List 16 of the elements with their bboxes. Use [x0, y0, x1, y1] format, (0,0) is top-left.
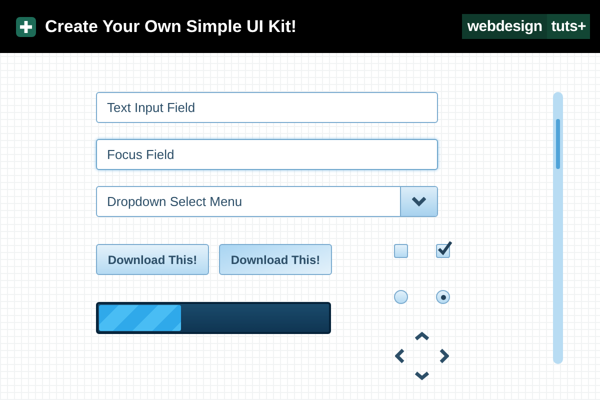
checkbox[interactable]: [394, 244, 408, 258]
checkbox[interactable]: [436, 244, 450, 258]
chevron-down-icon: [412, 196, 426, 206]
download-button[interactable]: Download This!: [96, 244, 209, 275]
radio-button[interactable]: [394, 290, 408, 304]
scroll-thumb[interactable]: [556, 119, 560, 169]
radio-button[interactable]: [436, 290, 450, 304]
page-title: Create Your Own Simple UI Kit!: [45, 16, 297, 36]
logo-text: webdesign: [466, 17, 544, 37]
plus-icon: [16, 16, 36, 36]
logo-text: tuts+: [547, 14, 590, 39]
dropdown-select[interactable]: Dropdown Select Menu: [96, 186, 438, 217]
scrollbar[interactable]: [553, 92, 563, 364]
text-field[interactable]: Focus Field: [96, 139, 438, 170]
download-button[interactable]: Download This!: [219, 244, 332, 275]
text-field[interactable]: Text Input Field: [96, 92, 438, 123]
